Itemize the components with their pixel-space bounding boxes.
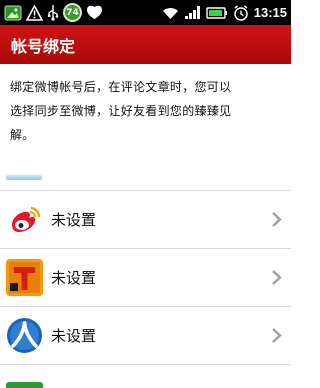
item-label: 未设置 (51, 269, 97, 287)
usb-icon (47, 3, 59, 23)
renren-icon (6, 317, 43, 354)
screen: 74 13:15 帐号绑定 绑定微博帐号后，在评论文章时，您可以 选择同步至微博… (0, 0, 291, 388)
badge-icon: 74 (63, 3, 82, 22)
description-text: 绑定微博帐号后，在评论文章时，您可以 选择同步至微博，让好友看到您的臻臻见 解。 (10, 80, 232, 142)
list-item-tencent-weibo[interactable]: 未设置 (0, 249, 291, 307)
account-list: 未设置 未设置 未设置 (0, 191, 291, 365)
chevron-right-icon (272, 328, 282, 343)
item-label: 未设置 (51, 327, 97, 345)
battery-icon (206, 3, 228, 23)
partial-list-item-icon (6, 382, 43, 388)
image-icon (4, 3, 22, 23)
section-indicator (6, 175, 42, 180)
weibo-icon (6, 201, 43, 238)
wifi-icon (162, 3, 179, 23)
chevron-right-icon (272, 270, 282, 285)
system-icons: 13:15 (162, 3, 287, 23)
chevron-right-icon (272, 212, 282, 227)
notification-icons: 74 (4, 3, 103, 23)
warning-icon (26, 3, 43, 23)
shield-icon (86, 3, 103, 23)
status-time: 13:15 (253, 5, 287, 20)
signal-icon (184, 3, 201, 23)
title-bar: 帐号绑定 (0, 25, 291, 64)
status-bar: 74 13:15 (0, 0, 291, 25)
alarm-icon (233, 3, 249, 23)
item-label: 未设置 (51, 211, 97, 229)
list-item-weibo[interactable]: 未设置 (0, 191, 291, 249)
tencent-weibo-icon (6, 259, 43, 296)
list-item-renren[interactable]: 未设置 (0, 307, 291, 365)
page-title: 帐号绑定 (11, 36, 76, 56)
